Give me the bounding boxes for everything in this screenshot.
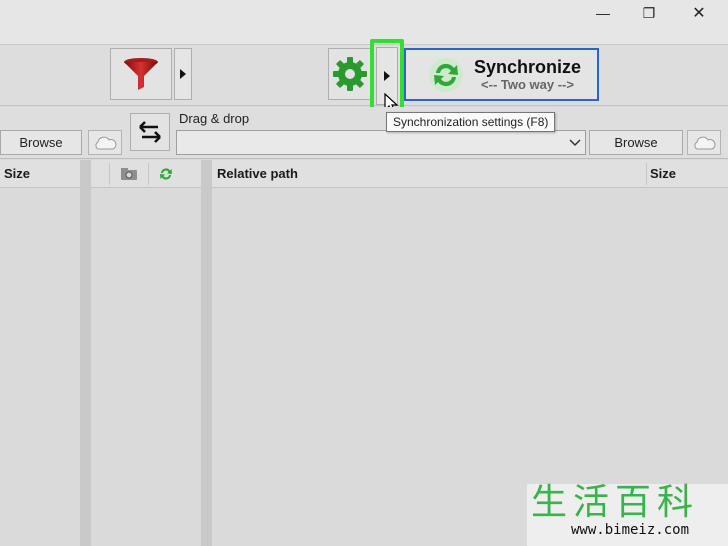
sync-icon[interactable] xyxy=(157,165,175,183)
sync-icon xyxy=(429,57,463,92)
drag-drop-label: Drag & drop xyxy=(179,111,250,126)
sync-subtitle: <-- Two way --> xyxy=(481,76,574,92)
middle-grid-header xyxy=(91,160,201,188)
column-separator xyxy=(646,163,647,185)
chevron-right-icon xyxy=(384,71,390,81)
close-button[interactable]: ✕ xyxy=(676,2,722,24)
right-size-header[interactable]: Size xyxy=(650,166,676,181)
filter-button[interactable] xyxy=(110,48,172,100)
minimize-icon: — xyxy=(596,5,610,21)
right-cloud-button[interactable] xyxy=(687,130,721,155)
left-browse-label: Browse xyxy=(19,135,63,150)
right-grid-header: Relative path Size xyxy=(212,160,728,188)
column-separator xyxy=(148,162,149,185)
watermark-text: 生活百科 xyxy=(531,482,700,523)
left-size-header: Size xyxy=(4,166,31,181)
relative-path-header[interactable]: Relative path xyxy=(217,166,298,181)
swap-sides-button[interactable] xyxy=(130,113,170,151)
right-browse-label: Browse xyxy=(614,135,658,150)
column-separator xyxy=(109,162,110,185)
filter-icon xyxy=(124,58,158,90)
cloud-icon xyxy=(694,136,716,149)
folder-path-combobox[interactable] xyxy=(176,130,586,155)
left-browse-button[interactable]: Browse xyxy=(0,130,82,155)
restore-button[interactable]: ❐ xyxy=(626,2,672,24)
close-icon: ✕ xyxy=(692,5,706,22)
folder-compare-icon[interactable] xyxy=(120,167,138,181)
tooltip: Synchronization settings (F8) xyxy=(386,112,556,132)
right-panel-divider[interactable] xyxy=(201,160,212,546)
filter-dropdown-button[interactable] xyxy=(174,48,192,100)
chevron-right-icon xyxy=(180,69,186,79)
right-browse-button[interactable]: Browse xyxy=(589,130,683,155)
chevron-down-icon[interactable] xyxy=(569,139,581,147)
cloud-icon xyxy=(95,136,117,149)
left-grid-header[interactable]: Size xyxy=(0,160,80,188)
sync-title: Synchronize xyxy=(474,56,582,77)
watermark: 生活百科 www.bimeiz.com xyxy=(527,484,728,546)
restore-icon: ❐ xyxy=(642,4,656,21)
left-cloud-button[interactable] xyxy=(88,130,122,155)
synchronize-button[interactable]: Synchronize <-- Two way --> xyxy=(404,48,599,101)
swap-arrows-icon xyxy=(139,121,161,143)
minimize-button[interactable]: — xyxy=(580,2,626,24)
settings-button[interactable] xyxy=(328,48,372,100)
watermark-url: www.bimeiz.com xyxy=(571,522,690,538)
left-panel-divider[interactable] xyxy=(80,160,91,546)
gear-icon xyxy=(333,57,367,91)
